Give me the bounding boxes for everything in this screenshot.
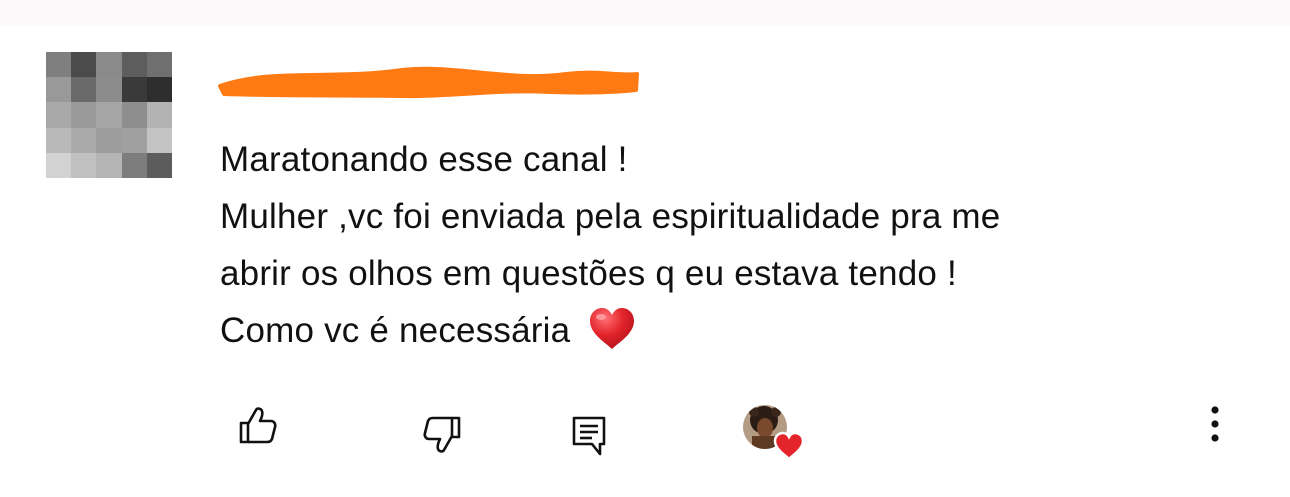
comment-line-with-emoji: Como vc é necessária (220, 302, 1220, 359)
avatar-pixel (71, 77, 97, 103)
creator-heart-badge[interactable] (742, 404, 808, 462)
comment-line: Mulher ,vc foi enviada pela espiritualid… (220, 197, 1001, 236)
thumbs-down-icon (423, 416, 461, 453)
creator-heart-icon (743, 405, 805, 461)
avatar-pixel (46, 127, 72, 153)
avatar-pixel (96, 127, 122, 153)
comment-line-text: Como vc é necessária (220, 311, 571, 350)
avatar-pixel (71, 52, 97, 78)
more-options-button[interactable] (1198, 400, 1232, 450)
more-vertical-icon (1211, 406, 1219, 442)
avatar-pixel (146, 77, 172, 103)
avatar-pixel (121, 77, 147, 103)
avatar-pixel (146, 52, 172, 78)
avatar-pixel (121, 152, 147, 178)
top-strip (0, 0, 1290, 26)
avatar-pixel (121, 127, 147, 153)
red-heart-emoji-icon (590, 307, 635, 349)
dislike-button[interactable] (422, 414, 464, 456)
comment-line: abrir os olhos em questões q eu estava t… (220, 254, 957, 293)
avatar-pixel (71, 152, 97, 178)
avatar-pixel (46, 52, 72, 78)
avatar-pixel (71, 127, 97, 153)
avatar-pixel (146, 127, 172, 153)
like-button[interactable] (236, 404, 278, 446)
avatar-pixel (96, 77, 122, 103)
avatar-pixel (96, 152, 122, 178)
author-avatar[interactable] (46, 52, 172, 178)
avatar-pixel (46, 102, 72, 128)
avatar-pixel (71, 102, 97, 128)
thumbs-up-icon (239, 407, 277, 444)
comment-text: Maratonando esse canal ! Mulher ,vc foi … (220, 131, 1220, 359)
avatar-pixel (96, 52, 122, 78)
avatar-pixel (46, 152, 72, 178)
avatar-pixel (146, 102, 172, 128)
reply-button[interactable] (570, 414, 610, 458)
avatar-pixel (146, 152, 172, 178)
comment-line: Maratonando esse canal ! (220, 140, 628, 179)
avatar-pixel (121, 102, 147, 128)
author-name-redaction (218, 66, 639, 99)
reply-comment-icon (572, 416, 606, 456)
avatar-pixel (96, 102, 122, 128)
avatar-pixel (121, 52, 147, 78)
avatar-pixel (46, 77, 72, 103)
